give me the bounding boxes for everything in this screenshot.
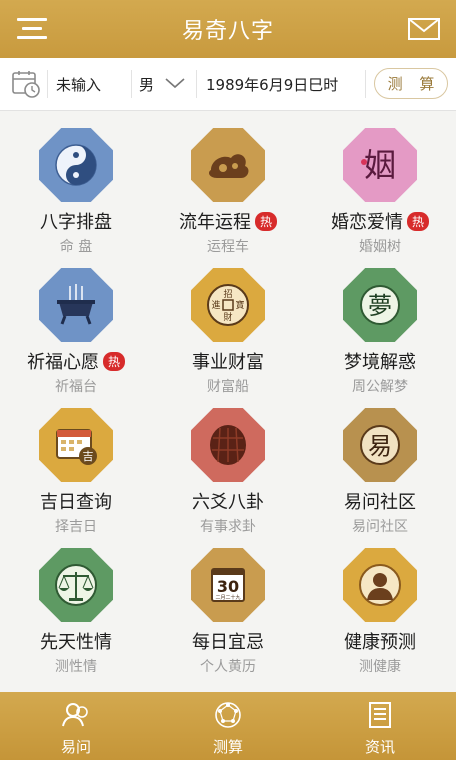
tab-label: 易问 (60, 738, 91, 756)
yi-glyph: 易 (368, 432, 392, 460)
app-header: 易奇八字 (0, 0, 456, 58)
feature-title: 先天性情 (40, 632, 112, 653)
feature-xiantian-xingqing[interactable]: 先天性情 测性情 (0, 530, 152, 675)
feature-mengjing-jiehuo[interactable]: 夢 梦境解惑 周公解梦 (304, 250, 456, 395)
feature-title: 八字排盘 (40, 212, 112, 233)
tortoise-shell-icon (191, 408, 265, 482)
feature-subtitle: 测健康 (359, 659, 401, 675)
divider (365, 70, 366, 98)
feature-subtitle: 个人黄历 (200, 659, 256, 675)
marriage-glyph-icon: 姻 (343, 128, 417, 202)
bagua-icon (215, 702, 241, 728)
feature-subtitle: 测性情 (55, 659, 97, 675)
feature-shiye-caifu[interactable]: 招 進 寶 財 事业财富 财富船 (152, 250, 304, 395)
chat-people-icon (62, 703, 88, 727)
dream-glyph: 夢 (368, 292, 392, 320)
tab-label: 测算 (212, 738, 243, 756)
wealth-glyph: 財 (223, 311, 232, 323)
tab-zixun[interactable]: 资讯 (304, 692, 456, 760)
feature-liuyao-bagua[interactable]: 六爻八卦 有事求卦 (152, 390, 304, 535)
feature-title: 祈福心愿热 (0, 348, 152, 374)
feature-title: 事业财富 (192, 352, 264, 373)
wealth-glyph: 寶 (235, 299, 244, 311)
tab-label: 资讯 (364, 738, 395, 756)
yin-yang-icon (39, 128, 113, 202)
feature-jiankang-yuce[interactable]: 健康预测 测健康 (304, 530, 456, 675)
calculate-button[interactable]: 测 算 (374, 68, 448, 99)
feature-bazi-paipan[interactable]: 八字排盘 命 盘 (0, 110, 152, 255)
scales-icon (39, 548, 113, 622)
hot-badge: 热 (254, 212, 277, 231)
feature-hunlian-aiqing[interactable]: 姻 婚恋爱情热 婚姻树 (304, 110, 456, 255)
feature-qifu-xinyuan[interactable]: 祈福心愿热 祈福台 (0, 250, 152, 395)
app-title: 易奇八字 (181, 19, 274, 44)
news-icon (369, 702, 391, 728)
feature-meiri-yiji[interactable]: 30 二月二十九 每日宜忌 个人黄历 (152, 530, 304, 675)
feature-title: 六爻八卦 (192, 492, 264, 513)
incense-burner-icon (39, 268, 113, 342)
feature-title: 每日宜忌 (192, 632, 264, 653)
marriage-glyph: 姻 (364, 146, 396, 184)
name-field[interactable]: 未输入 (56, 74, 101, 95)
calendar-ji-glyph: 吉 (83, 450, 94, 463)
dream-glyph-icon: 夢 (343, 268, 417, 342)
feature-title: 吉日查询 (40, 492, 112, 513)
feature-title: 易问社区 (344, 492, 416, 513)
divider (47, 70, 48, 98)
tab-yiwen[interactable]: 易问 (0, 692, 152, 760)
divider (196, 70, 197, 98)
feature-grid: 八字排盘 命 盘 流年运程热 运程车 姻 婚恋爱情热 婚姻树 祈福心愿 热 祈福… (0, 110, 456, 692)
hot-badge: 热 (406, 212, 429, 231)
wealth-glyph: 進 (211, 299, 220, 311)
profile-input-bar: 未输入 男 1989年6月9日巳时 测 算 (0, 58, 456, 111)
chevron-down-icon[interactable] (164, 76, 186, 90)
hot-badge: 热 (102, 352, 125, 371)
tab-cesuan[interactable]: 测算 (152, 692, 304, 760)
birth-datetime-field[interactable]: 1989年6月9日巳时 (206, 74, 338, 95)
mail-icon[interactable] (408, 18, 440, 40)
feature-jiri-chaxun[interactable]: 吉 吉日查询 择吉日 (0, 390, 152, 535)
person-bust-icon (343, 548, 417, 622)
gender-select[interactable]: 男 (139, 74, 154, 95)
daily-calendar-icon: 30 二月二十九 (191, 548, 265, 622)
feature-title: 流年运程热 (152, 208, 304, 234)
calendar-lunar-date: 二月二十九 (215, 594, 240, 601)
wealth-coin-icon: 招 進 寶 財 (191, 268, 265, 342)
yi-glyph-icon: 易 (343, 408, 417, 482)
feature-yiwen-shequ[interactable]: 易 易问社区 易问社区 (304, 390, 456, 535)
feature-title: 婚恋爱情热 (304, 208, 456, 234)
hamburger-icon[interactable] (17, 18, 47, 40)
feature-title: 梦境解惑 (344, 352, 416, 373)
divider (131, 70, 132, 98)
wealth-glyph: 招 (223, 288, 232, 300)
feature-liunian-yuncheng[interactable]: 流年运程热 运程车 (152, 110, 304, 255)
calendar-icon: 吉 (39, 408, 113, 482)
feature-title: 健康预测 (344, 632, 416, 653)
calendar-day-number: 30 (217, 577, 239, 596)
cloud-dragon-icon (191, 128, 265, 202)
calendar-clock-icon[interactable] (11, 69, 41, 99)
bottom-tab-bar: 易问 测算 资讯 (0, 692, 456, 760)
